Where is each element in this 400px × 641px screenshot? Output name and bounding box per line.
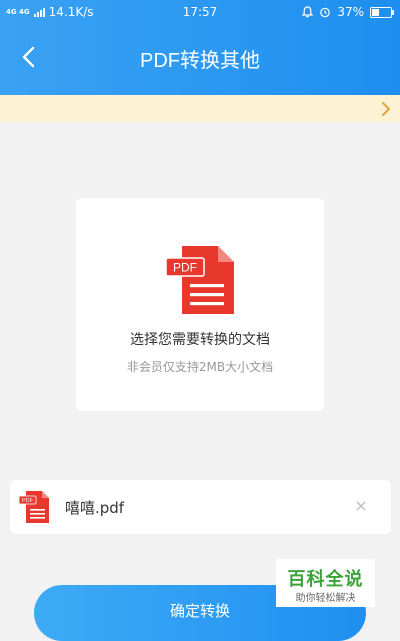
- status-bar: 4G 4G 14.1K/s 17:57 37%: [0, 0, 400, 24]
- pdf-file-icon: PDF: [19, 491, 49, 523]
- upload-card[interactable]: PDF 选择您需要转换的文档 非会员仅支持2MB大小文档: [76, 198, 324, 411]
- upload-card-title: 选择您需要转换的文档: [130, 332, 270, 348]
- pdf-badge-text: PDF: [22, 498, 34, 504]
- bell-icon: [302, 6, 314, 18]
- file-name: 嘻嘻.pdf: [65, 499, 125, 517]
- app-header: 4G 4G 14.1K/s 17:57 37% PDF转换其他: [0, 0, 400, 95]
- upload-card-subtitle: 非会员仅支持2MB大小文档: [126, 360, 274, 374]
- pdf-file-icon: PDF: [166, 246, 234, 314]
- page-title: PDF转换其他: [140, 50, 260, 72]
- watermark-subtitle: 助你轻松解决: [295, 593, 356, 604]
- alarm-icon: [320, 7, 331, 18]
- chevron-right-icon: [382, 102, 391, 116]
- close-icon[interactable]: ×: [351, 496, 371, 516]
- notice-bar[interactable]: [0, 95, 400, 122]
- watermark-title: 百科全说: [287, 569, 364, 590]
- battery-icon: [370, 6, 394, 18]
- watermark-logo: 百科全说 助你轻松解决: [276, 559, 375, 607]
- pdf-badge-text: PDF: [173, 261, 197, 275]
- battery-level: [372, 8, 379, 16]
- selected-file-row[interactable]: PDF 嘻嘻.pdf ×: [10, 480, 391, 534]
- battery-percent: 37%: [337, 5, 364, 19]
- status-right: 37%: [302, 0, 394, 24]
